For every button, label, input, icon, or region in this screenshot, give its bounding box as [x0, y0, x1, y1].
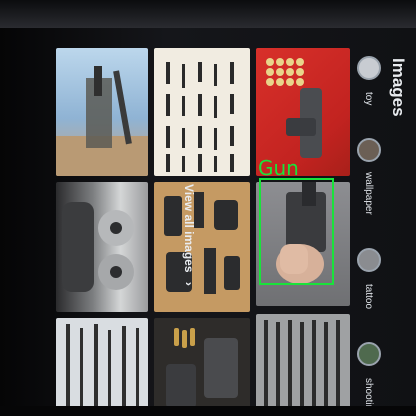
image-tile-revolver[interactable]	[56, 182, 148, 312]
detection-box	[259, 178, 334, 285]
image-tile-gun-chart[interactable]	[154, 48, 250, 176]
view-all-images-link[interactable]: View all images ›	[182, 184, 196, 286]
phone-bottom-edge	[0, 406, 416, 416]
chip-label-toy[interactable]: toy	[363, 92, 374, 105]
chevron-right-icon: ›	[182, 281, 196, 286]
toy-gun-thumbnail-icon[interactable]	[357, 56, 381, 80]
detection-label: Gun	[258, 156, 299, 180]
tattoo-thumbnail-icon[interactable]	[357, 248, 381, 272]
image-tile-gun-collection[interactable]	[256, 314, 350, 416]
phone-top-edge	[0, 0, 416, 28]
image-tile-rifle-outdoor[interactable]	[56, 48, 148, 176]
image-tile-rifle-row[interactable]	[56, 318, 148, 416]
gun-chart-image	[166, 62, 234, 172]
chip-label-wallpaper[interactable]: wallpaper	[363, 172, 374, 215]
wallpaper-thumbnail-icon[interactable]	[357, 138, 381, 162]
revolver-image	[62, 202, 134, 292]
gun-collection-image	[264, 320, 340, 410]
rifle-row-image	[66, 324, 139, 410]
image-tile-ammo-pistols[interactable]	[154, 318, 250, 416]
shooting-thumbnail-icon[interactable]	[357, 342, 381, 366]
ammo-pistols-image	[166, 328, 238, 408]
chip-label-tattoo[interactable]: tattoo	[363, 284, 374, 309]
disassembled-gun-image	[164, 192, 240, 294]
view-all-label: View all images	[182, 184, 196, 273]
images-section-title: Images	[389, 58, 408, 117]
rifle-outdoor-image	[56, 66, 148, 176]
image-tile-disassembled-gun[interactable]	[154, 182, 250, 312]
